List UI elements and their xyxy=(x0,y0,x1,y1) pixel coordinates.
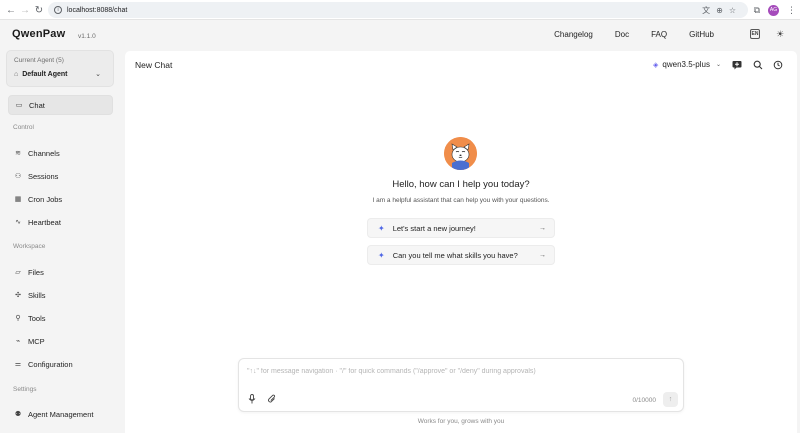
app-version: v1.1.0 xyxy=(78,33,96,40)
send-button[interactable]: ↑ xyxy=(663,392,678,407)
calendar-icon: ▦ xyxy=(14,196,22,203)
sliders-icon: ⚌ xyxy=(14,361,22,368)
model-selector[interactable]: ◈ qwen3.5-plus ⌄ xyxy=(653,60,721,69)
bookmark-star-icon[interactable]: ☆ xyxy=(729,6,736,15)
users-icon: ⚇ xyxy=(14,173,22,180)
agent-name: Default Agent xyxy=(22,71,68,78)
sparkle-icon: ✣ xyxy=(15,292,21,299)
sidebar-item-label: Configuration xyxy=(28,359,73,369)
sidebar-item-label: Channels xyxy=(28,148,60,158)
chevron-down-icon: ⌄ xyxy=(95,71,101,78)
theme-sun-icon[interactable]: ☀ xyxy=(775,29,785,39)
sidebar-item-sessions[interactable]: ⚇ Sessions xyxy=(8,166,113,186)
zoom-icon[interactable]: ⊕ xyxy=(716,6,723,15)
reload-icon[interactable]: ↻ xyxy=(31,2,47,18)
wifi-icon: ≋ xyxy=(15,150,21,157)
section-workspace: Workspace xyxy=(13,243,46,250)
sidebar-item-cron-jobs[interactable]: ▦ Cron Jobs xyxy=(8,189,113,209)
section-control: Control xyxy=(13,124,34,131)
message-composer: 0/10000 ↑ xyxy=(238,358,684,412)
sparkle-icon: ✦ xyxy=(378,223,385,233)
sidebar: Current Agent (5) ⌂ Default Agent ⌄ ▭ Ch… xyxy=(0,49,120,433)
nav-doc[interactable]: Doc xyxy=(615,30,629,39)
sparkle-icon: ✦ xyxy=(378,250,385,260)
browser-menu-icon[interactable]: ⋮ xyxy=(787,5,796,16)
sidebar-item-label: Sessions xyxy=(28,171,59,181)
sidebar-item-tools[interactable]: ⚲ Tools xyxy=(8,308,113,328)
search-icon[interactable] xyxy=(752,59,763,70)
sidebar-item-label: Files xyxy=(28,267,44,277)
page-title: New Chat xyxy=(135,60,173,70)
sidebar-item-label: Chat xyxy=(29,100,45,110)
agent-selector[interactable]: Current Agent (5) ⌂ Default Agent ⌄ xyxy=(6,50,114,87)
top-nav: Changelog Doc FAQ GitHub xyxy=(532,30,714,39)
paperclip-icon[interactable] xyxy=(267,394,277,404)
wrench-icon: ⚲ xyxy=(15,315,21,322)
character-counter: 0/10000 xyxy=(632,397,657,404)
sidebar-item-agent-management[interactable]: ⚉ Agent Management xyxy=(8,404,113,424)
assistant-avatar xyxy=(444,137,477,170)
sidebar-item-label: MCP xyxy=(28,336,45,346)
folder-icon: ▱ xyxy=(15,269,21,276)
prompt-text: Let's start a new journey! xyxy=(392,223,476,233)
history-icon[interactable] xyxy=(772,59,783,70)
sidebar-item-heartbeat[interactable]: ∿ Heartbeat xyxy=(8,212,113,232)
plug-icon: ⌁ xyxy=(15,338,21,345)
footer-tagline: Works for you, grows with you xyxy=(417,418,505,425)
arrow-up-icon: ↑ xyxy=(668,396,673,403)
app-logo[interactable]: QwenPaw xyxy=(12,28,65,40)
nav-faq[interactable]: FAQ xyxy=(651,30,667,39)
profile-avatar[interactable]: AG xyxy=(768,4,779,16)
sidebar-item-skills[interactable]: ✣ Skills xyxy=(8,285,113,305)
sidebar-item-label: Cron Jobs xyxy=(28,194,63,204)
agent-label: Current Agent (5) xyxy=(14,57,64,64)
sidebar-item-configuration[interactable]: ⚌ Configuration xyxy=(8,354,113,374)
translate-icon[interactable]: ⽂ xyxy=(702,5,710,16)
chat-bubble-icon: ▭ xyxy=(15,102,23,109)
sidebar-item-files[interactable]: ▱ Files xyxy=(8,262,113,282)
prompt-text: Can you tell me what skills you have? xyxy=(392,250,518,260)
arrow-right-icon: → xyxy=(539,251,546,259)
sidebar-item-mcp[interactable]: ⌁ MCP xyxy=(8,331,113,351)
extensions-icon[interactable]: ⧉ xyxy=(754,5,760,16)
suggestion-prompt[interactable]: ✦ Let's start a new journey! → xyxy=(367,218,555,238)
url-text: localhost:8088/chat xyxy=(67,6,128,14)
language-icon[interactable]: EN xyxy=(750,29,760,39)
nav-github[interactable]: GitHub xyxy=(689,30,714,39)
home-icon: ⌂ xyxy=(14,71,19,78)
site-info-icon[interactable]: i xyxy=(54,6,62,14)
sidebar-item-label: Heartbeat xyxy=(28,217,61,227)
chat-panel: New Chat ◈ qwen3.5-plus ⌄ Hello, how can… xyxy=(125,51,797,433)
sidebar-item-label: Tools xyxy=(28,313,46,323)
nav-changelog[interactable]: Changelog xyxy=(554,30,593,39)
microphone-icon[interactable] xyxy=(247,394,257,404)
new-chat-icon[interactable] xyxy=(731,59,742,70)
browser-toolbar: ← → ↻ i localhost:8088/chat ⽂ ⊕ ☆ ⧉ AG ⋮ xyxy=(0,0,800,20)
sidebar-item-label: Agent Management xyxy=(28,409,94,419)
section-settings: Settings xyxy=(13,386,37,393)
arrow-right-icon: → xyxy=(539,224,546,232)
model-provider-icon: ◈ xyxy=(653,61,659,69)
sidebar-item-channels[interactable]: ≋ Channels xyxy=(8,143,113,163)
model-name: qwen3.5-plus xyxy=(662,60,710,69)
message-input[interactable] xyxy=(247,368,677,382)
heartbeat-icon: ∿ xyxy=(15,219,21,226)
welcome-subtitle: I am a helpful assistant that can help y… xyxy=(372,197,550,204)
suggestion-prompt[interactable]: ✦ Can you tell me what skills you have? … xyxy=(367,245,555,265)
welcome-heading: Hello, how can I help you today? xyxy=(392,179,530,190)
address-bar[interactable]: i localhost:8088/chat ⽂ ⊕ ☆ xyxy=(48,2,748,18)
chevron-down-icon: ⌄ xyxy=(715,62,722,68)
sidebar-item-chat[interactable]: ▭ Chat xyxy=(8,95,113,115)
sidebar-item-label: Skills xyxy=(28,290,46,300)
app-header: QwenPaw v1.1.0 Changelog Doc FAQ GitHub … xyxy=(0,21,800,49)
user-gear-icon: ⚉ xyxy=(14,411,22,418)
